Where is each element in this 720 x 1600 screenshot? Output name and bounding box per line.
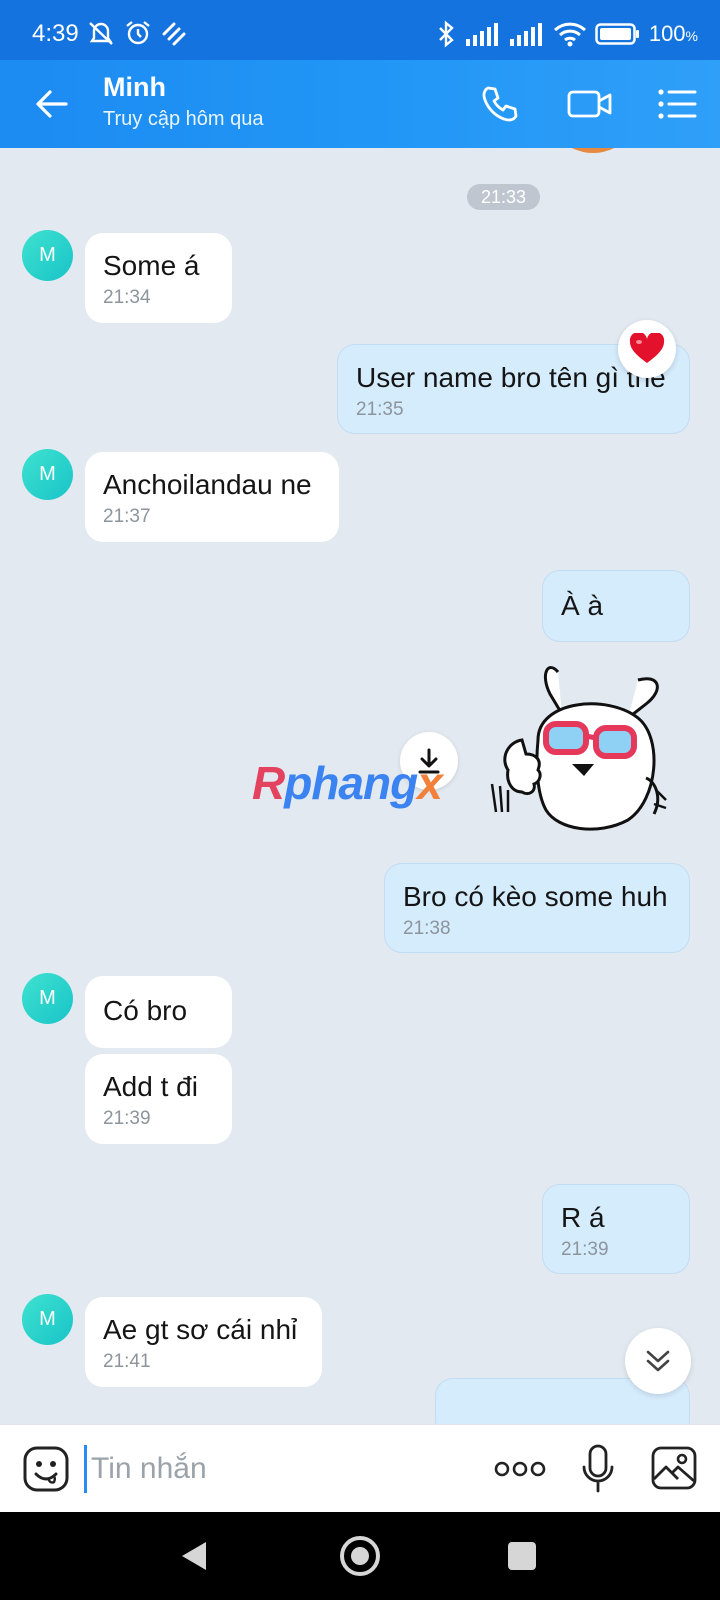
bluetooth-icon [438, 20, 454, 48]
watermark-logo: Rphangx [252, 756, 443, 810]
message-bubble-incoming[interactable]: Có bro [85, 976, 232, 1048]
scroll-to-bottom-button[interactable] [625, 1328, 691, 1394]
message-list[interactable]: 21:33 M Some á 21:34 User name bro tên g… [0, 148, 720, 1424]
message-bubble-incoming[interactable]: Ae gt sơ cái nhỉ 21:41 [85, 1297, 322, 1387]
battery-percentage: 100% [649, 21, 698, 47]
mute-icon [89, 22, 113, 45]
battery-unit: % [685, 28, 698, 44]
message-time: 21:39 [561, 1239, 609, 1260]
message-time: 21:37 [103, 506, 151, 527]
message-text: R á [561, 1202, 605, 1233]
menu-list-icon[interactable] [655, 82, 699, 126]
contact-name[interactable]: Minh [103, 72, 166, 103]
microphone-icon[interactable] [580, 1443, 616, 1495]
message-text: Anchoilandau ne [103, 469, 312, 500]
message-input[interactable] [84, 1445, 454, 1493]
system-nav-bar [0, 1512, 720, 1600]
avatar[interactable]: M [22, 449, 73, 500]
message-text: Some á [103, 250, 200, 281]
message-bubble-incoming[interactable]: Anchoilandau ne 21:37 [85, 452, 339, 542]
home-circle-icon[interactable] [336, 1532, 384, 1580]
message-time: 21:38 [403, 918, 451, 939]
message-text: Add t đi [103, 1071, 198, 1102]
phone-icon[interactable] [478, 82, 522, 126]
message-text: Bro có kèo some huh [403, 881, 668, 912]
image-icon[interactable] [650, 1445, 698, 1491]
reaction-badge[interactable] [618, 320, 676, 378]
signal-icon [509, 23, 542, 46]
avatar[interactable]: M [22, 973, 73, 1024]
contact-last-seen: Truy cập hôm qua [103, 108, 264, 130]
more-options-icon[interactable] [494, 1455, 546, 1483]
heart-icon [629, 333, 665, 363]
status-bar: 4:39 100% [0, 0, 720, 60]
message-time: 21:35 [356, 399, 404, 420]
avatar[interactable]: M [22, 1294, 73, 1345]
message-time: 21:41 [103, 1351, 151, 1372]
message-bubble-outgoing[interactable]: R á 21:39 [542, 1184, 690, 1274]
message-text: Có bro [103, 995, 188, 1026]
message-time: 21:39 [103, 1108, 151, 1129]
avatar[interactable]: M [22, 230, 73, 281]
wifi-icon [553, 22, 586, 47]
watermark-part: phang [284, 757, 418, 809]
back-arrow-icon[interactable] [32, 84, 72, 124]
rabbit-sticker[interactable] [478, 660, 678, 840]
watermark-part: x [417, 757, 443, 809]
video-call-icon[interactable] [566, 82, 614, 126]
signal-icon [465, 23, 498, 46]
message-composer [0, 1424, 720, 1512]
message-text: À à [561, 590, 604, 621]
sync-icon [162, 22, 186, 46]
battery-value: 100 [648, 21, 686, 46]
watermark-part: R [252, 757, 285, 809]
status-icons-left [86, 20, 188, 46]
time-divider: 21:33 [467, 184, 540, 210]
sticker-icon[interactable] [22, 1445, 70, 1493]
back-triangle-icon[interactable] [172, 1534, 216, 1578]
alarm-icon [126, 21, 150, 45]
message-bubble-outgoing[interactable]: À à [542, 570, 690, 642]
clock: 4:39 [32, 20, 79, 47]
battery-icon [595, 23, 639, 45]
chat-header: Minh Truy cập hôm qua [0, 60, 720, 148]
message-bubble-incoming[interactable]: Add t đi 21:39 [85, 1054, 232, 1144]
recents-square-icon[interactable] [500, 1534, 544, 1578]
chevron-double-down-icon [646, 1350, 670, 1372]
message-text: Ae gt sơ cái nhỉ [103, 1314, 298, 1345]
status-icons-right: 100% [435, 20, 698, 48]
message-time: 21:34 [103, 287, 151, 308]
previous-sticker-edge [571, 148, 615, 153]
message-bubble-incoming[interactable]: Some á 21:34 [85, 233, 232, 323]
message-bubble-outgoing[interactable]: Bro có kèo some huh 21:38 [384, 863, 690, 953]
